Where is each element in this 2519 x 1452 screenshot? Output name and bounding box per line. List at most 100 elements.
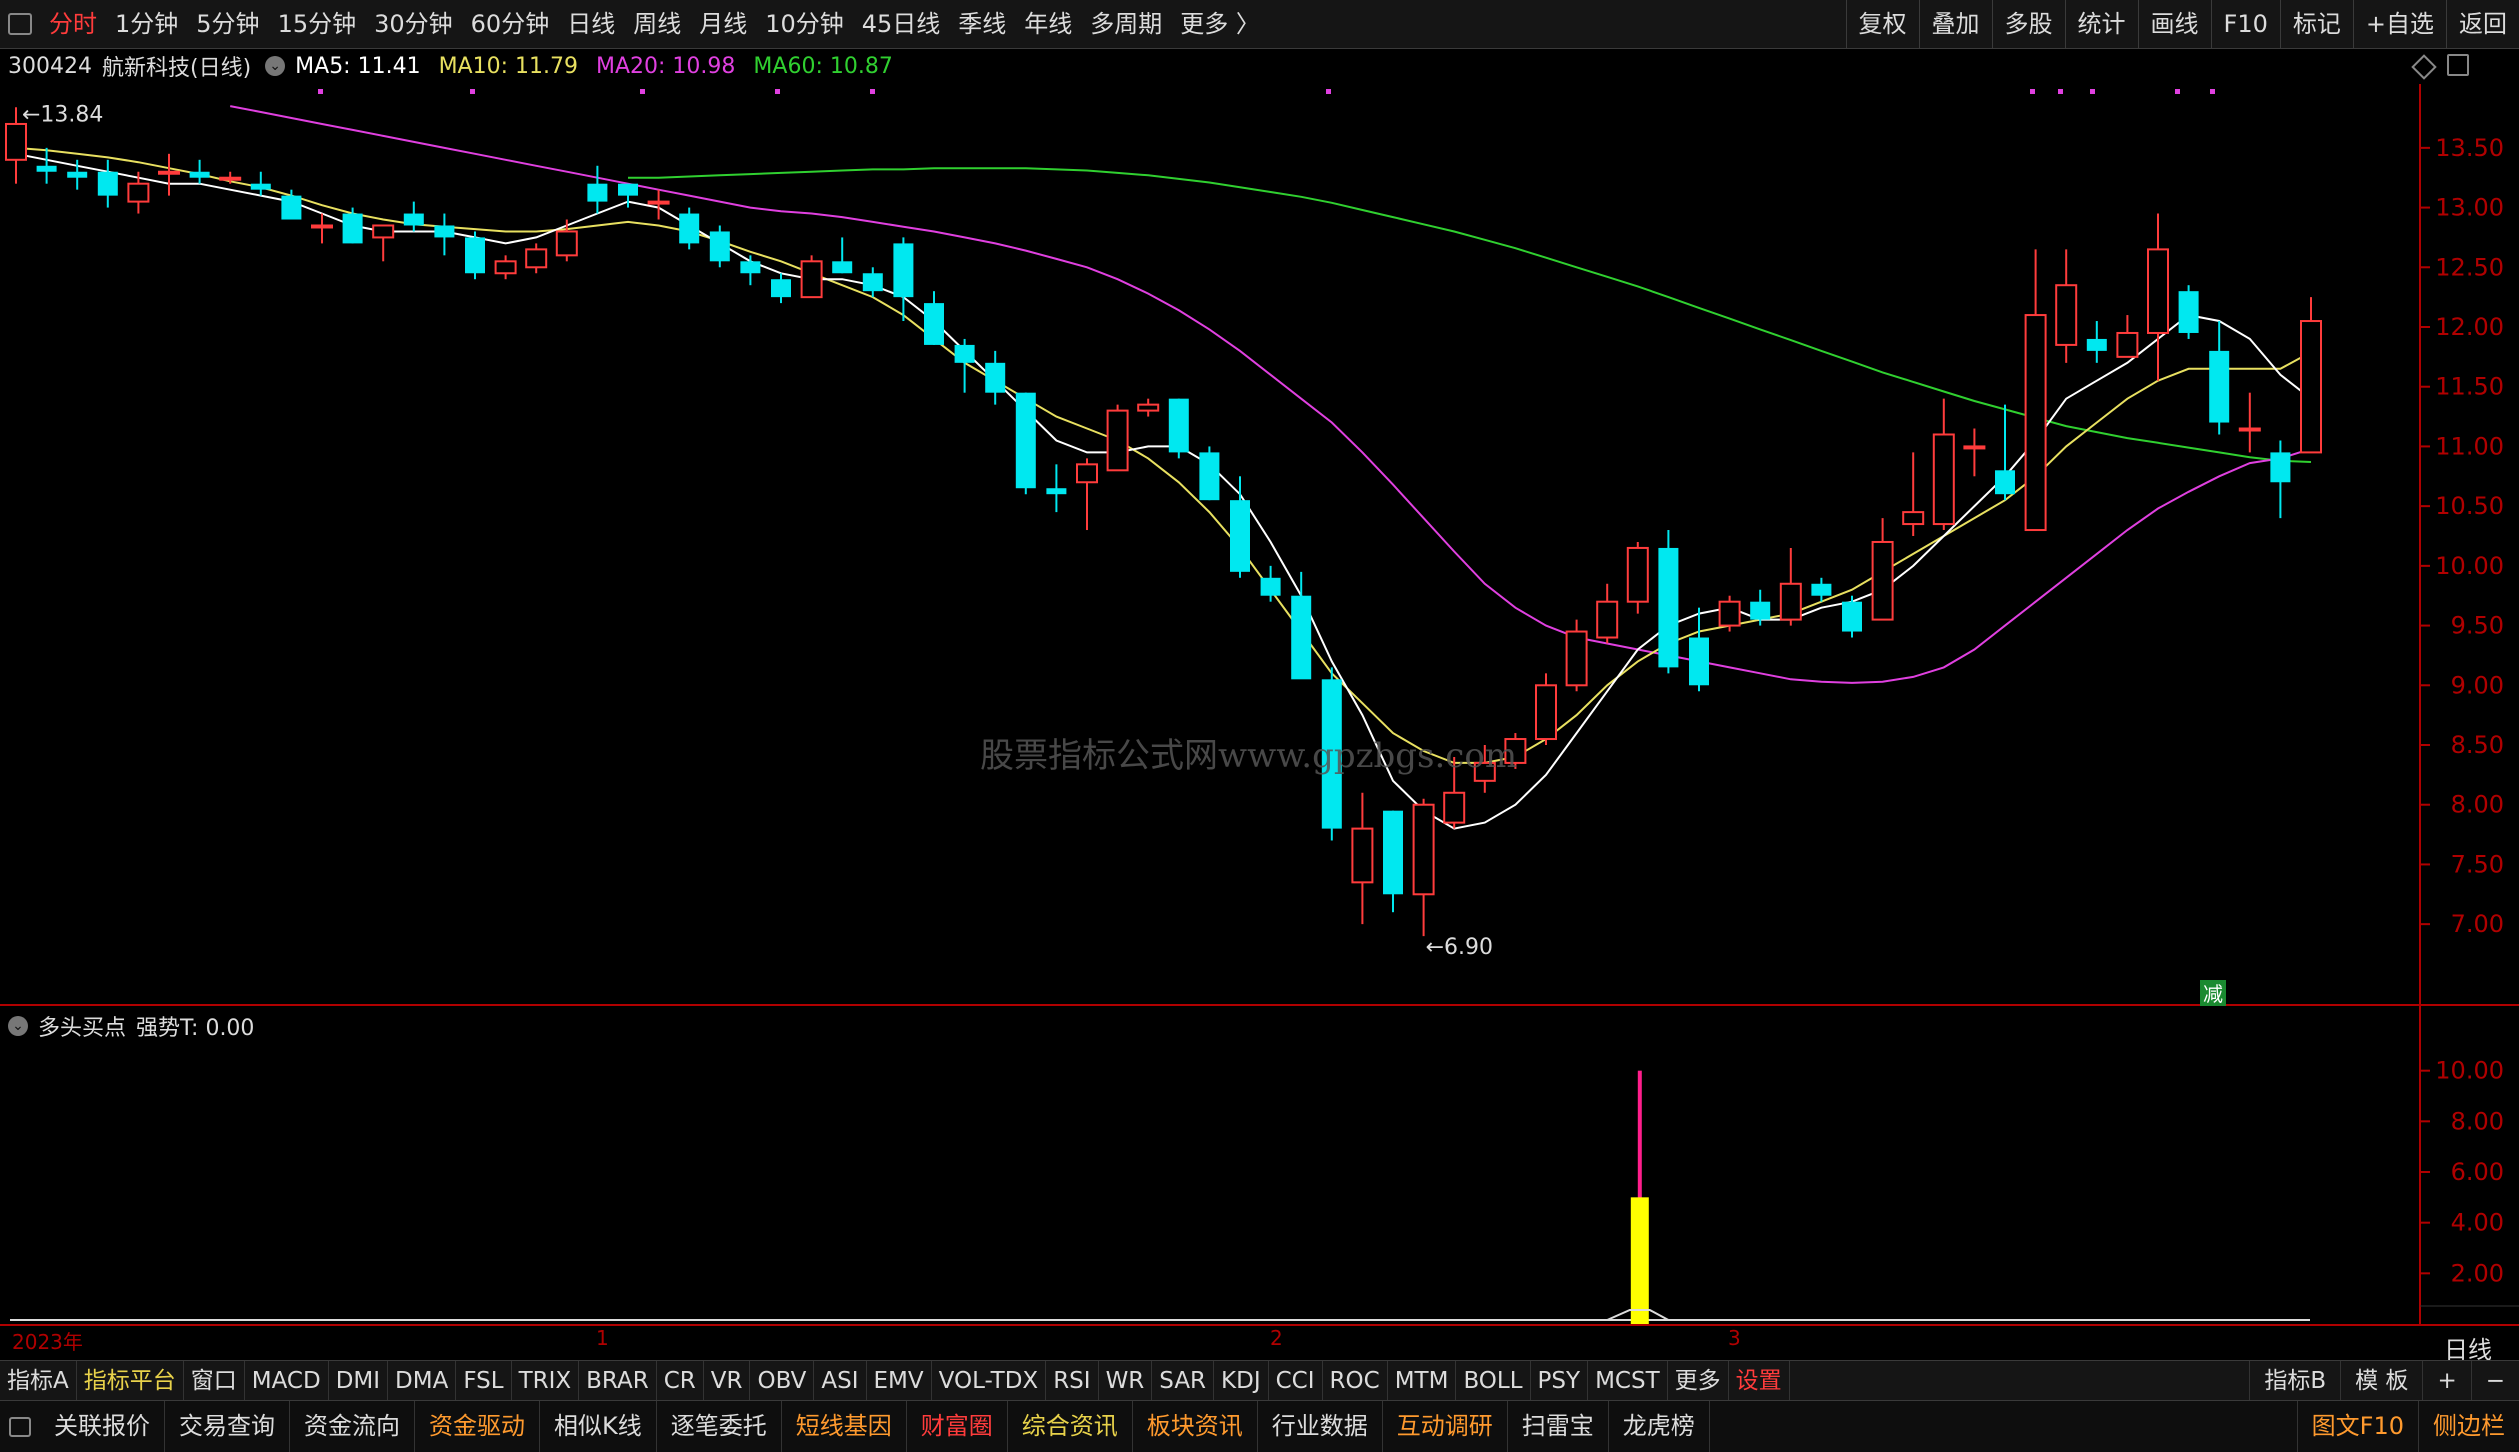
period-tab[interactable]: 45日线 [853, 0, 950, 48]
candle-body [403, 213, 424, 226]
indicator-tab[interactable]: BRAR [579, 1361, 657, 1401]
period-tab[interactable]: 年线 [1015, 0, 1081, 48]
tool-button[interactable]: 统计 [2064, 0, 2138, 48]
period-tab[interactable]: 更多 〉 [1171, 0, 1269, 48]
function-button[interactable]: 互动调研 [1383, 1401, 1508, 1452]
function-button[interactable]: 相似K线 [540, 1401, 657, 1452]
indicator-tab[interactable]: EMV [867, 1361, 932, 1401]
candle [2209, 321, 2230, 435]
indicator-tab[interactable]: CCI [1269, 1361, 1323, 1401]
period-tab[interactable]: 分时 [40, 0, 106, 48]
candle-body [1565, 630, 1588, 687]
chevron-down-icon[interactable]: ⌄ [265, 56, 286, 76]
function-button[interactable]: 资金驱动 [415, 1401, 540, 1452]
tool-button[interactable]: +自选 [2352, 0, 2446, 48]
period-tab[interactable]: 多周期 [1081, 0, 1171, 48]
tool-button[interactable]: 画线 [2137, 0, 2211, 48]
signal-dot [2058, 89, 2063, 94]
indicator-chart[interactable]: 10.00 8.00 6.00 4.00 2.00 [0, 1006, 2519, 1326]
menu-icon[interactable] [0, 0, 40, 48]
function-button[interactable]: 交易查询 [165, 1401, 290, 1452]
function-button[interactable]: 资金流向 [290, 1401, 415, 1452]
indicator-tab[interactable]: VOL-TDX [932, 1361, 1047, 1401]
indicator-tab[interactable]: 更多 [1668, 1361, 1729, 1401]
function-button[interactable]: 龙虎榜 [1609, 1401, 1710, 1452]
indicator-tab[interactable]: MACD [245, 1361, 329, 1401]
indicator-tab[interactable]: RSI [1046, 1361, 1099, 1401]
indicator-tab[interactable]: KDJ [1214, 1361, 1269, 1401]
period-tab[interactable]: 月线 [690, 0, 756, 48]
function-button[interactable]: 综合资讯 [1008, 1401, 1133, 1452]
candle [1596, 583, 1619, 644]
period-tab[interactable]: 1分钟 [106, 0, 187, 48]
indicator-tab[interactable]: MCST [1588, 1361, 1668, 1401]
reduce-marker-label: 减 [2203, 982, 2223, 1006]
tool-button[interactable]: 返回 [2446, 0, 2519, 48]
tool-button[interactable]: 复权 [1845, 0, 1919, 48]
indicator-tab[interactable]: ASI [814, 1361, 867, 1401]
function-button[interactable]: 扫雷宝 [1508, 1401, 1609, 1452]
indicator-tab[interactable]: FSL [456, 1361, 512, 1401]
indicator-tab[interactable]: CR [657, 1361, 704, 1401]
indicator-tab[interactable]: 指标A [0, 1361, 77, 1401]
window-icon[interactable] [2447, 54, 2469, 76]
period-tab[interactable]: 季线 [949, 0, 1015, 48]
indicator-tab[interactable]: OBV [750, 1361, 815, 1401]
candle-body [494, 260, 517, 275]
period-tab[interactable]: 30分钟 [365, 0, 462, 48]
indicator-tab[interactable]: WR [1099, 1361, 1153, 1401]
indicator-tab[interactable]: TRIX [512, 1361, 580, 1401]
tool-button[interactable]: 多股 [1991, 0, 2065, 48]
function-button[interactable]: 财富圈 [907, 1401, 1008, 1452]
function-button[interactable]: 板块资讯 [1133, 1401, 1258, 1452]
price-tick-label: 8.00 [2451, 791, 2504, 819]
function-button[interactable]: 行业数据 [1258, 1401, 1383, 1452]
candle [1383, 810, 1403, 913]
indicator-tab-right[interactable]: − [2470, 1361, 2519, 1401]
tool-button[interactable]: F10 [2210, 0, 2280, 48]
indicator-tab[interactable]: BOLL [1456, 1361, 1531, 1401]
indicator-tab[interactable]: ROC [1323, 1361, 1388, 1401]
indicator-tick-label: 4.00 [2451, 1209, 2504, 1237]
menu-icon[interactable] [0, 1401, 40, 1452]
function-button[interactable]: 关联报价 [40, 1401, 165, 1452]
indicator-tab[interactable]: SAR [1152, 1361, 1215, 1401]
candle-body [342, 213, 363, 244]
indicator-tab[interactable]: 指标平台 [77, 1361, 184, 1401]
candle [1718, 595, 1741, 632]
function-button[interactable]: 短线基因 [782, 1401, 907, 1452]
period-tab[interactable]: 15分钟 [269, 0, 366, 48]
period-tab[interactable]: 日线 [558, 0, 624, 48]
indicator-tab[interactable]: DMI [329, 1361, 389, 1401]
stock-info-line: 300424 航新科技(日线) ⌄ MA5: 11.41 MA10: 11.79… [0, 48, 2410, 84]
indicator-tab[interactable]: 窗口 [184, 1361, 245, 1401]
kline-chart[interactable]: 13.50 13.00 12.50 12.00 11.50 11.00 10.50 10.00… [0, 84, 2519, 1006]
function-button-right[interactable]: 侧边栏 [2418, 1401, 2519, 1452]
function-button-right[interactable]: 图文F10 [2296, 1401, 2418, 1452]
candle-body [525, 248, 548, 269]
indicator-tab-right[interactable]: + [2422, 1361, 2470, 1401]
indicator-tab[interactable]: 设置 [1729, 1361, 1790, 1401]
indicator-tab[interactable]: DMA [388, 1361, 457, 1401]
indicator-tab[interactable]: PSY [1531, 1361, 1589, 1401]
candle [740, 255, 761, 286]
candle [1658, 530, 1679, 674]
indicator-tab[interactable]: VR [704, 1361, 751, 1401]
indicator-tab[interactable]: MTM [1388, 1361, 1457, 1401]
diamond-icon[interactable] [2411, 54, 2437, 80]
function-button[interactable]: 逐笔委托 [657, 1401, 782, 1452]
candle-body [127, 182, 150, 203]
candle [525, 243, 548, 274]
period-tab[interactable]: 10分钟 [756, 0, 853, 48]
candle [372, 224, 395, 262]
period-tab[interactable]: 周线 [624, 0, 690, 48]
tool-button[interactable]: 标记 [2279, 0, 2353, 48]
candle-body [250, 183, 271, 190]
period-tab[interactable]: 60分钟 [462, 0, 559, 48]
indicator-tab-right[interactable]: 指标B [2249, 1361, 2340, 1401]
tool-button[interactable]: 叠加 [1918, 0, 1992, 48]
candle [2147, 213, 2169, 381]
period-tab[interactable]: 5分钟 [187, 0, 268, 48]
indicator-tab-right[interactable]: 模 板 [2340, 1361, 2422, 1401]
candle-body [1137, 403, 1160, 412]
